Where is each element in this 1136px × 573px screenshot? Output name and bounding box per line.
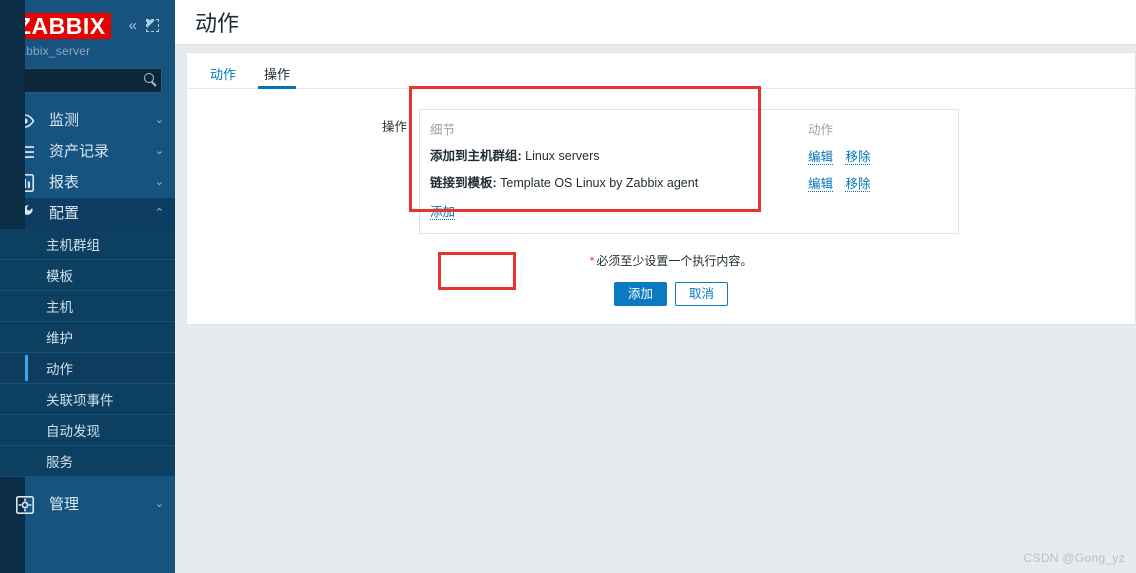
operation-type-label: 链接到模板: xyxy=(430,176,497,190)
operations-label: 操作 xyxy=(381,120,407,134)
sidebar-item-label: 报表 xyxy=(49,174,80,191)
sidebar-item-configuration[interactable]: 配置 ⌃ xyxy=(0,198,175,229)
sidebar-item-services[interactable]: 服务 xyxy=(0,446,175,477)
sidebar-item-label: 配置 xyxy=(49,205,80,222)
sidebar-item-actions[interactable]: 动作 xyxy=(0,353,175,384)
submenu-item-label: 自动发现 xyxy=(46,424,100,439)
sidebar-item-label: 资产记录 xyxy=(49,143,110,160)
sidebar-item-templates[interactable]: 模板 xyxy=(0,260,175,291)
add-button[interactable]: 添加 xyxy=(613,282,667,306)
content-area: 动作 操作 操作 细节 添加到主机群组: Linux servers 链接到模板… xyxy=(175,45,1136,325)
required-asterisk: * xyxy=(589,254,595,268)
sidebar-inner: ZABBIX « zabbix_server 监测 ⌄ 资产记录 ⌄ 报表 ⌄ … xyxy=(0,0,175,573)
sidebar-logo-row: ZABBIX « xyxy=(0,0,175,40)
operations-detail-column: 细节 添加到主机群组: Linux servers 链接到模板: Templat… xyxy=(420,110,808,233)
sidebar-item-label: 管理 xyxy=(49,496,80,513)
gear-icon xyxy=(14,495,36,515)
form-tabs: 动作 操作 xyxy=(187,53,1135,89)
tab-action[interactable]: 动作 xyxy=(204,68,242,88)
remove-operation-link[interactable]: 移除 xyxy=(845,177,871,192)
operation-value: Template OS Linux by Zabbix agent xyxy=(496,176,699,190)
sidebar-item-maintenance[interactable]: 维护 xyxy=(0,322,175,353)
main-content: 动作 动作 操作 操作 细节 添加到主机群组: Linux servers 链接… xyxy=(175,0,1136,573)
remove-operation-link[interactable]: 移除 xyxy=(845,150,871,165)
submenu-item-label: 维护 xyxy=(46,331,73,346)
tab-label: 动作 xyxy=(210,67,237,82)
chevron-down-icon: ⌄ xyxy=(154,176,164,188)
required-hint-text: 必须至少设置一个执行内容。 xyxy=(596,254,753,268)
add-operation-link[interactable]: 添加 xyxy=(430,205,456,220)
chevrons-left-icon[interactable]: « xyxy=(129,18,137,33)
submenu-item-label: 模板 xyxy=(46,269,73,284)
sidebar-item-host-groups[interactable]: 主机群组 xyxy=(0,229,175,260)
configuration-submenu: 主机群组 模板 主机 维护 动作 关联项事件 自动发现 服务 xyxy=(0,0,175,573)
edit-operation-link[interactable]: 编辑 xyxy=(808,177,834,192)
chevron-down-icon: ⌄ xyxy=(154,145,164,157)
sidebar-item-administration[interactable]: 管理 ⌄ xyxy=(0,489,175,520)
sidebar-item-monitoring[interactable]: 监测 ⌄ xyxy=(0,105,175,136)
zabbix-logo: ZABBIX xyxy=(12,12,111,39)
chevron-down-icon: ⌄ xyxy=(154,498,164,510)
sidebar-item-discovery[interactable]: 自动发现 xyxy=(0,415,175,446)
search-container xyxy=(0,58,175,93)
page-title: 动作 xyxy=(195,11,240,36)
search-box[interactable] xyxy=(13,68,162,93)
chevron-up-icon: ⌃ xyxy=(154,207,164,219)
submenu-item-label: 服务 xyxy=(46,455,73,470)
row-actions: 编辑 移除 xyxy=(808,170,958,197)
operation-type-label: 添加到主机群组: xyxy=(430,149,522,163)
submenu-item-label: 动作 xyxy=(46,362,73,377)
sidebar: ZABBIX « zabbix_server 监测 ⌄ 资产记录 ⌄ 报表 ⌄ … xyxy=(0,0,175,573)
search-icon xyxy=(144,73,154,83)
form-buttons: 添加 取消 xyxy=(187,282,1135,324)
sidebar-header-icons: « xyxy=(129,18,165,33)
tab-operations[interactable]: 操作 xyxy=(258,67,297,89)
operations-form-row: 操作 细节 添加到主机群组: Linux servers 链接到模板: Temp… xyxy=(187,109,1135,234)
add-operation-row: 添加 xyxy=(430,197,808,223)
submenu-item-label: 关联项事件 xyxy=(46,393,114,408)
sidebar-item-inventory[interactable]: 资产记录 ⌄ xyxy=(0,136,175,167)
tab-label: 操作 xyxy=(264,67,291,82)
table-row: 添加到主机群组: Linux servers xyxy=(430,143,808,170)
column-header-detail: 细节 xyxy=(430,123,456,137)
watermark: CSDN @Gong_yz xyxy=(1023,551,1125,565)
sidebar-item-reports[interactable]: 报表 ⌄ xyxy=(0,167,175,198)
required-hint: * 必须至少设置一个执行内容。 xyxy=(187,252,1135,269)
operation-value: Linux servers xyxy=(521,149,600,163)
operations-action-column: 动作 编辑 移除 编辑 移除 xyxy=(808,110,958,233)
submenu-item-label: 主机 xyxy=(46,300,73,315)
sidebar-item-hosts[interactable]: 主机 xyxy=(0,291,175,322)
action-form-panel: 动作 操作 操作 细节 添加到主机群组: Linux servers 链接到模板… xyxy=(186,52,1136,325)
page-header: 动作 xyxy=(175,0,1136,45)
table-row: 链接到模板: Template OS Linux by Zabbix agent xyxy=(430,170,808,197)
submenu-item-label: 主机群组 xyxy=(46,238,100,253)
search-input[interactable] xyxy=(14,69,161,92)
hide-sidebar-icon[interactable] xyxy=(146,19,159,32)
chevron-down-icon: ⌄ xyxy=(154,114,164,126)
cancel-button[interactable]: 取消 xyxy=(675,282,729,306)
operations-table: 细节 添加到主机群组: Linux servers 链接到模板: Templat… xyxy=(419,109,959,234)
sidebar-nav: 监测 ⌄ 资产记录 ⌄ 报表 ⌄ 配置 ⌃ 主机群组 模板 主机 维护 动作 关… xyxy=(0,0,175,573)
row-actions: 编辑 移除 xyxy=(808,143,958,170)
app-root: ZABBIX « zabbix_server 监测 ⌄ 资产记录 ⌄ 报表 ⌄ … xyxy=(0,0,1136,573)
column-header-action: 动作 xyxy=(808,123,834,137)
sidebar-item-event-correlation[interactable]: 关联项事件 xyxy=(0,384,175,415)
sidebar-item-label: 监测 xyxy=(49,112,80,129)
server-name-label: zabbix_server xyxy=(13,44,91,58)
form-body: 操作 细节 添加到主机群组: Linux servers 链接到模板: Temp… xyxy=(187,89,1135,324)
edit-operation-link[interactable]: 编辑 xyxy=(808,150,834,165)
